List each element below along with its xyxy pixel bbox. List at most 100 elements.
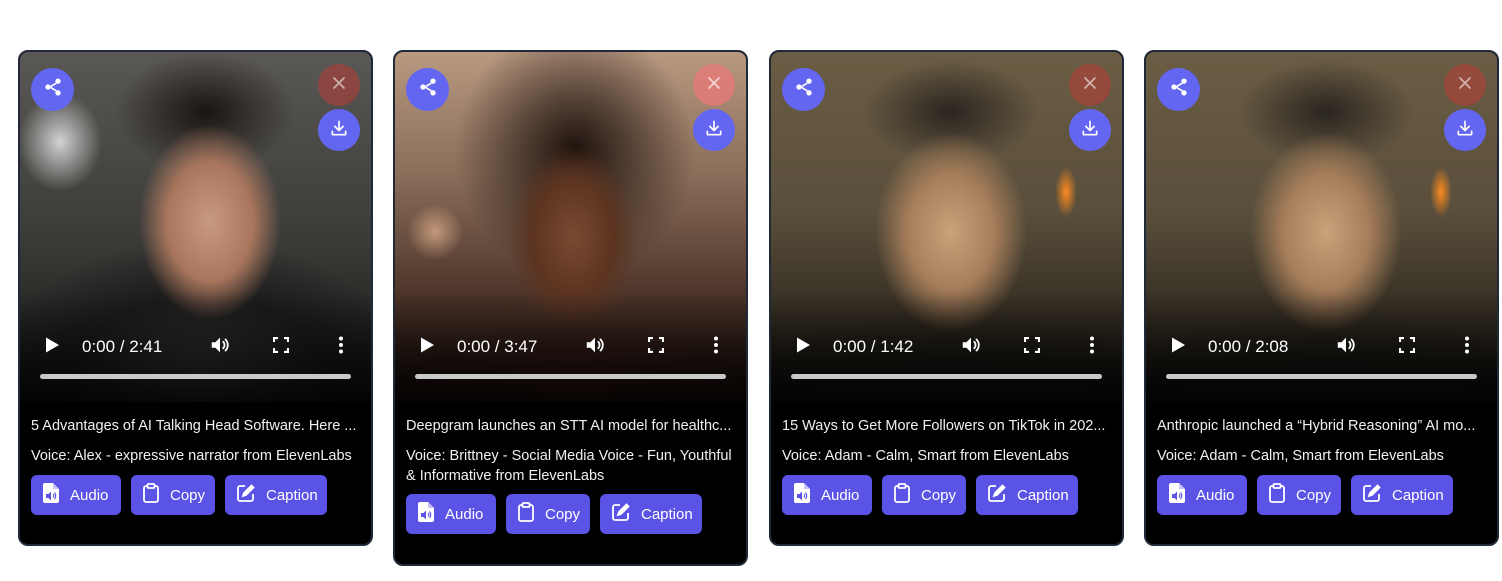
seek-bar[interactable] <box>791 374 1102 379</box>
share-icon <box>1169 77 1189 102</box>
volume-icon <box>584 334 606 361</box>
play-button[interactable] <box>1168 337 1188 357</box>
video-controls: 0:00 / 2:08 <box>1146 327 1497 367</box>
share-button[interactable] <box>406 68 449 111</box>
edit-icon <box>988 484 1017 506</box>
seek-bar[interactable] <box>415 374 726 379</box>
time-display: 0:00 / 1:42 <box>833 337 914 356</box>
caption-button-label: Caption <box>1017 486 1069 504</box>
fullscreen-button[interactable] <box>1397 336 1417 357</box>
copy-button-label: Copy <box>545 505 581 523</box>
more-options-button[interactable] <box>1457 336 1477 359</box>
more-vertical-icon <box>713 336 719 359</box>
more-options-button[interactable] <box>331 336 351 359</box>
more-options-button[interactable] <box>1082 336 1102 357</box>
audio-button-label: Audio <box>70 486 109 504</box>
delete-button[interactable] <box>1069 64 1111 106</box>
more-vertical-icon <box>1464 336 1470 359</box>
delete-button[interactable] <box>318 64 360 106</box>
edit-icon <box>612 503 641 525</box>
close-icon <box>331 75 347 96</box>
voice-label: Voice: Adam - Calm, Smart from ElevenLab… <box>782 448 1069 464</box>
edit-icon <box>1363 484 1392 506</box>
copy-button[interactable]: Copy <box>882 475 966 515</box>
card-actions: Audio Copy Caption <box>31 475 360 515</box>
video-controls: 0:00 / 3:47 <box>395 327 746 367</box>
delete-button[interactable] <box>693 64 735 106</box>
caption-button[interactable]: Caption <box>225 475 327 515</box>
fullscreen-icon <box>272 336 290 358</box>
video-player[interactable]: 0:00 / 2:08 <box>1146 52 1497 402</box>
download-button[interactable] <box>1444 109 1486 151</box>
video-player[interactable]: 0:00 / 3:47 <box>395 52 746 402</box>
play-button[interactable] <box>417 337 437 357</box>
download-icon <box>1455 118 1475 143</box>
play-icon <box>44 336 60 359</box>
audio-button[interactable]: Audio <box>1157 475 1247 515</box>
play-icon <box>419 336 435 359</box>
delete-button[interactable] <box>1444 64 1486 106</box>
copy-button[interactable]: Copy <box>1257 475 1341 515</box>
audio-file-icon <box>418 502 445 526</box>
download-icon <box>329 118 349 143</box>
share-button[interactable] <box>782 68 825 111</box>
seek-bar[interactable] <box>1166 374 1477 379</box>
close-icon <box>1457 75 1473 96</box>
share-button[interactable] <box>1157 68 1200 111</box>
volume-icon <box>960 334 982 361</box>
caption-button[interactable]: Caption <box>600 494 702 534</box>
audio-file-icon <box>794 483 821 507</box>
caption-button-label: Caption <box>1392 486 1444 504</box>
volume-button[interactable] <box>583 335 607 359</box>
share-button[interactable] <box>31 68 74 111</box>
copy-button-label: Copy <box>921 486 957 504</box>
fullscreen-button[interactable] <box>1022 336 1042 358</box>
caption-button[interactable]: Caption <box>1351 475 1453 515</box>
audio-file-icon <box>1169 483 1196 507</box>
download-icon <box>1080 118 1100 143</box>
copy-button-label: Copy <box>1296 486 1332 504</box>
video-card: 0:00 / 1:42 15 Ways to Get More Follower… <box>769 50 1124 546</box>
play-button[interactable] <box>793 337 813 357</box>
volume-button[interactable] <box>1334 335 1358 359</box>
time-display: 0:00 / 2:08 <box>1208 337 1289 356</box>
volume-button[interactable] <box>959 335 983 359</box>
audio-button[interactable]: Audio <box>406 494 496 534</box>
clipboard-icon <box>1269 483 1296 507</box>
voice-label: Voice: Adam - Calm, Smart from ElevenLab… <box>1157 448 1444 464</box>
video-title: Deepgram launches an STT AI model for he… <box>406 418 732 434</box>
download-button[interactable] <box>693 109 735 151</box>
card-actions: Audio Copy Caption <box>782 475 1111 515</box>
volume-button[interactable] <box>208 335 232 359</box>
fullscreen-icon <box>1023 336 1041 358</box>
audio-button[interactable]: Audio <box>31 475 121 515</box>
fullscreen-button[interactable] <box>271 336 291 358</box>
volume-icon <box>1335 334 1357 361</box>
video-player[interactable]: 0:00 / 2:41 <box>20 52 371 402</box>
audio-file-icon <box>43 483 70 507</box>
video-player[interactable]: 0:00 / 1:42 <box>771 52 1122 402</box>
clipboard-icon <box>894 483 921 507</box>
fullscreen-button[interactable] <box>646 336 666 357</box>
seek-bar[interactable] <box>40 374 351 379</box>
play-icon <box>1170 336 1186 359</box>
audio-button-label: Audio <box>1196 486 1235 504</box>
audio-button-label: Audio <box>445 505 484 523</box>
caption-button[interactable]: Caption <box>976 475 1078 515</box>
close-icon <box>706 75 722 96</box>
video-controls: 0:00 / 1:42 <box>771 327 1122 367</box>
audio-button[interactable]: Audio <box>782 475 872 515</box>
volume-icon <box>209 334 231 361</box>
share-icon <box>418 77 438 102</box>
voice-label: Voice: Alex - expressive narrator from E… <box>31 448 352 464</box>
more-options-button[interactable] <box>706 336 726 359</box>
copy-button[interactable]: Copy <box>131 475 215 515</box>
download-button[interactable] <box>1069 109 1111 151</box>
caption-button-label: Caption <box>641 505 693 523</box>
more-vertical-icon <box>338 336 344 359</box>
download-button[interactable] <box>318 109 360 151</box>
play-button[interactable] <box>42 337 62 357</box>
video-title: Anthropic launched a “Hybrid Reasoning” … <box>1157 418 1476 434</box>
video-card: 0:00 / 2:41 5 Advantages of AI Talking H… <box>18 50 373 546</box>
copy-button[interactable]: Copy <box>506 494 590 534</box>
